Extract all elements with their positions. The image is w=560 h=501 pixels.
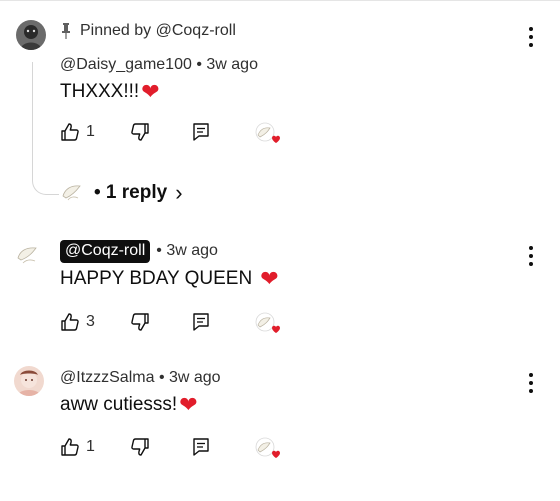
avatar-coqz[interactable] <box>14 240 44 270</box>
thumbs-down-icon <box>131 438 149 456</box>
red-heart-emoji: ❤ <box>260 266 279 291</box>
dislike-button[interactable] <box>130 437 150 457</box>
owner-avatar-small <box>59 179 87 207</box>
thumbs-up-icon <box>61 438 79 456</box>
like-count: 3 <box>86 313 95 330</box>
creator-heart-icon <box>255 312 280 333</box>
dislike-button[interactable] <box>130 312 150 332</box>
thumbs-down-icon <box>131 313 149 331</box>
comment-author-owner[interactable]: @Coqz-roll <box>60 240 151 263</box>
view-replies-button[interactable]: • 1 reply › <box>58 178 183 208</box>
avatar-itzzzsalma[interactable] <box>14 366 44 396</box>
creator-heart-icon <box>255 122 280 143</box>
reply-thread-line <box>32 62 59 195</box>
comment-body: HAPPY BDAY QUEEN <box>60 268 253 289</box>
comment-actions: 1 <box>60 437 320 461</box>
comment-author[interactable]: @ItzzzSalma <box>60 369 154 386</box>
comment-body: THXXX!!! <box>60 81 140 102</box>
like-count: 1 <box>86 123 95 140</box>
more-vert-icon[interactable] <box>526 373 536 393</box>
thumbs-up-icon <box>61 313 79 331</box>
reply-button[interactable] <box>192 437 210 457</box>
reply-button[interactable] <box>192 122 210 142</box>
thumbs-up-icon <box>61 123 79 141</box>
red-heart-emoji: ❤ <box>141 79 160 104</box>
reply-comment-icon <box>193 313 209 331</box>
like-button[interactable]: 1 <box>60 437 95 457</box>
creator-heart-icon <box>255 437 280 458</box>
comment-meta: @ItzzzSalma • 3w ago <box>60 369 221 387</box>
more-vert-icon[interactable] <box>526 246 536 266</box>
avatar-daisy[interactable] <box>16 20 46 50</box>
pin-icon <box>62 23 70 39</box>
more-vert-icon[interactable] <box>526 27 536 47</box>
like-button[interactable]: 3 <box>60 312 95 332</box>
comment-meta: @Coqz-roll • 3w ago <box>60 240 218 263</box>
chevron-right-icon: › <box>175 180 183 205</box>
comment-actions: 3 <box>60 312 320 336</box>
reply-comment-icon <box>193 123 209 141</box>
reply-count: • 1 reply <box>94 182 168 203</box>
creator-heart-badge <box>254 122 282 146</box>
comment-text: HAPPY BDAY QUEEN ❤ <box>60 268 279 290</box>
comment-meta: @Daisy_game100 • 3w ago <box>60 56 258 74</box>
comment-text: aww cutiesss! ❤ <box>60 394 198 416</box>
reply-comment-icon <box>193 438 209 456</box>
comment-time[interactable]: • 3w ago <box>196 56 258 73</box>
pinned-label: Pinned by @Coqz-roll <box>60 22 236 40</box>
comment-actions: 1 <box>60 122 320 146</box>
reply-button[interactable] <box>192 312 210 332</box>
pinned-text: Pinned by @Coqz-roll <box>80 22 236 39</box>
top-divider <box>0 0 560 1</box>
comment-time[interactable]: • 3w ago <box>159 369 221 386</box>
comment-text: THXXX!!! ❤ <box>60 81 160 103</box>
creator-heart-badge <box>254 312 282 336</box>
dislike-button[interactable] <box>130 122 150 142</box>
like-button[interactable]: 1 <box>60 122 95 142</box>
comment-body: aww cutiesss! <box>60 394 178 415</box>
red-heart-emoji: ❤ <box>179 392 198 417</box>
comment-author[interactable]: @Daisy_game100 <box>60 56 192 73</box>
thumbs-down-icon <box>131 123 149 141</box>
creator-heart-badge <box>254 437 282 461</box>
comment-time[interactable]: • 3w ago <box>156 242 218 259</box>
like-count: 1 <box>86 438 95 455</box>
